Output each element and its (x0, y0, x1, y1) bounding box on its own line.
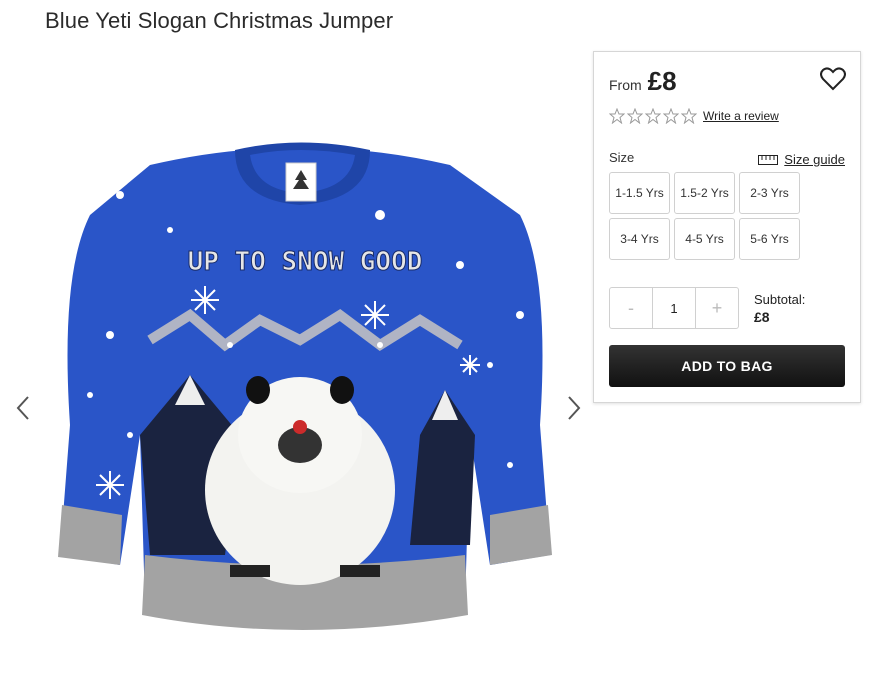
purchase-panel: From £8 Write a review Size Size guide 1… (593, 51, 861, 403)
product-title: Blue Yeti Slogan Christmas Jumper (45, 8, 394, 33)
size-option[interactable]: 2-3 Yrs (739, 172, 800, 214)
size-options: 1-1.5 Yrs 1.5-2 Yrs 2-3 Yrs 3-4 Yrs 4-5 … (609, 172, 800, 260)
chevron-right-icon (568, 396, 581, 420)
star-icon (609, 108, 625, 124)
chevron-left-icon (16, 396, 29, 420)
subtotal-label: Subtotal: (754, 292, 806, 307)
star-icon (663, 108, 679, 124)
subtotal-value: £8 (754, 309, 770, 325)
size-option[interactable]: 1.5-2 Yrs (674, 172, 735, 214)
ruler-icon (758, 154, 779, 165)
size-guide-link[interactable]: Size guide (758, 152, 845, 167)
star-rating (609, 108, 697, 124)
from-label: From (609, 77, 642, 93)
size-option[interactable]: 3-4 Yrs (609, 218, 670, 260)
quantity-increase-button[interactable]: + (696, 288, 738, 328)
previous-image-button[interactable] (14, 393, 34, 423)
subtotal: Subtotal: £8 (754, 292, 805, 325)
size-label: Size (609, 150, 635, 165)
quantity-input[interactable]: 1 (652, 288, 696, 328)
add-to-bag-button[interactable]: ADD TO BAG (609, 345, 845, 387)
quantity-decrease-button[interactable]: - (610, 288, 652, 328)
rating-row: Write a review (609, 108, 779, 124)
heart-icon (820, 67, 846, 91)
sweater-slogan: UP TO SNOW GOOD (188, 247, 423, 277)
product-image[interactable]: UP TO SNOW GOOD (50, 135, 560, 645)
size-option[interactable]: 5-6 Yrs (739, 218, 800, 260)
star-icon (681, 108, 697, 124)
price-row: From £8 (609, 66, 677, 97)
star-icon (645, 108, 661, 124)
size-guide-label: Size guide (784, 152, 845, 167)
wishlist-button[interactable] (820, 67, 846, 91)
size-option[interactable]: 1-1.5 Yrs (609, 172, 670, 214)
size-option[interactable]: 4-5 Yrs (674, 218, 735, 260)
write-review-link[interactable]: Write a review (703, 109, 779, 123)
next-image-button[interactable] (563, 393, 583, 423)
price: £8 (647, 66, 677, 96)
quantity-stepper: - 1 + (609, 287, 739, 329)
star-icon (627, 108, 643, 124)
